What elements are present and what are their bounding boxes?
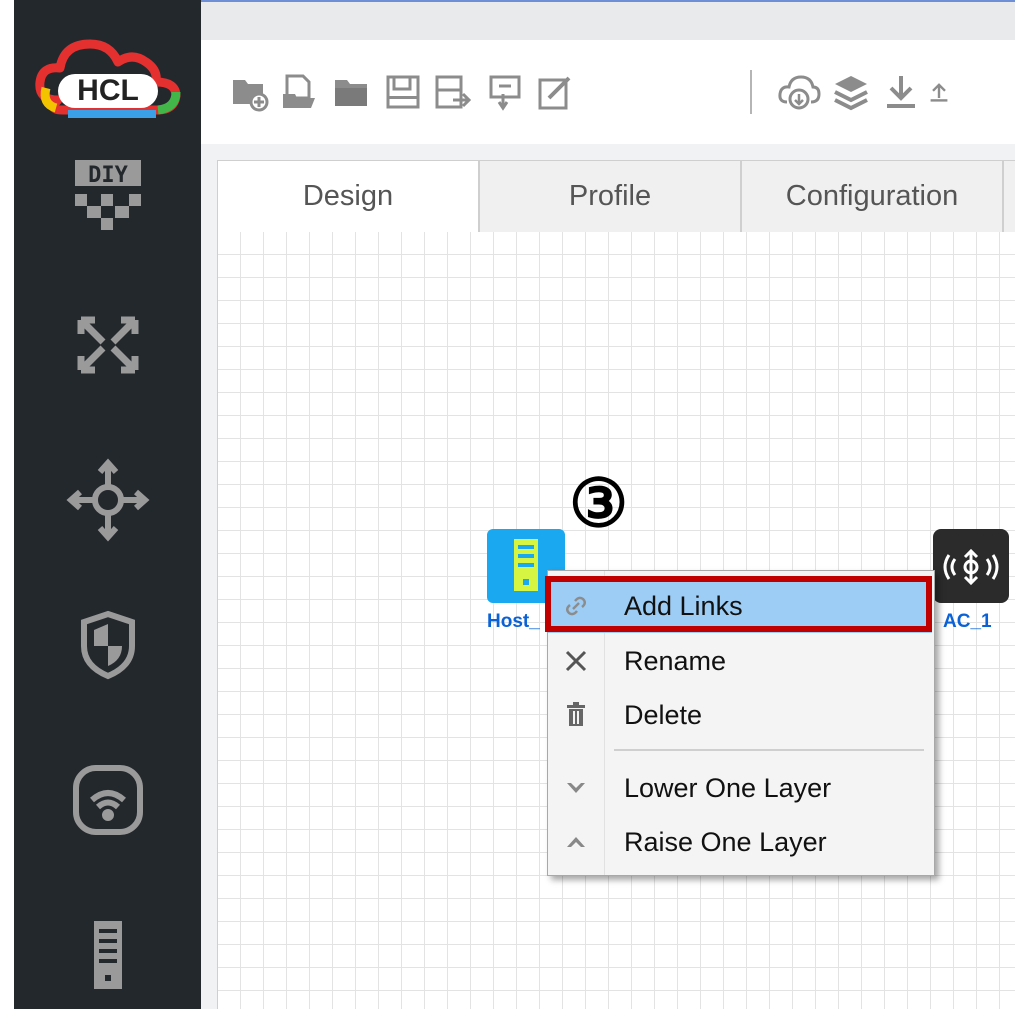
menu-item-label: Rename: [624, 645, 727, 676]
upload-icon[interactable]: [927, 68, 951, 116]
chevron-down-icon: [548, 779, 604, 797]
tab-bar: Design Profile Configuration: [217, 160, 1015, 232]
cloud-download-icon[interactable]: [775, 68, 823, 116]
host-label: Host_: [487, 611, 540, 632]
menu-item-label: Delete: [624, 699, 703, 730]
toolbar-separator: [750, 70, 752, 114]
ac-icon: [943, 548, 999, 586]
ac-label: AC_1: [943, 611, 992, 632]
logo-text: HCL: [77, 74, 139, 107]
toolbar: [201, 40, 1015, 145]
trash-icon: [548, 702, 604, 728]
svg-text:DIY: DIY: [88, 163, 128, 188]
tab-profile[interactable]: Profile: [479, 160, 741, 232]
ac-device[interactable]: [933, 529, 1009, 603]
highlight-annotation-frame: [545, 576, 932, 632]
title-bar: [201, 0, 1015, 40]
menu-item-delete[interactable]: Delete: [548, 688, 932, 742]
menu-item-lower-one-layer[interactable]: Lower One Layer: [548, 761, 932, 815]
menu-separator: [614, 749, 924, 751]
tab-next-partial[interactable]: [1003, 160, 1015, 232]
hcl-logo: HCL: [14, 30, 201, 130]
menu-item-raise-one-layer[interactable]: Raise One Layer: [548, 815, 932, 869]
new-project-icon[interactable]: [225, 68, 273, 116]
firewall-shield-icon[interactable]: [14, 600, 201, 690]
chevron-up-icon: [548, 833, 604, 851]
diy-icon[interactable]: DIY: [14, 155, 201, 255]
open-file-icon[interactable]: [275, 68, 323, 116]
menu-item-label: Raise One Layer: [624, 826, 827, 857]
host-terminal-icon[interactable]: [14, 905, 201, 1005]
download-icon[interactable]: [877, 68, 925, 116]
save-icon[interactable]: [379, 68, 427, 116]
tab-design[interactable]: Design: [217, 160, 479, 232]
rename-icon: [548, 648, 604, 674]
window-left-edge: [0, 0, 14, 1009]
wireless-icon[interactable]: [14, 750, 201, 850]
layers-icon[interactable]: [827, 68, 875, 116]
edit-icon[interactable]: [531, 68, 579, 116]
router-icon[interactable]: [14, 450, 201, 550]
export-icon[interactable]: [481, 68, 529, 116]
menu-item-label: Lower One Layer: [624, 772, 832, 803]
sidebar: HCL DIY: [14, 0, 201, 1009]
step-annotation: ③: [569, 466, 629, 540]
tab-configuration[interactable]: Configuration: [741, 160, 1003, 232]
switch-icon[interactable]: [14, 300, 201, 390]
open-folder-icon[interactable]: [327, 68, 375, 116]
menu-item-rename[interactable]: Rename: [548, 634, 932, 688]
save-as-icon[interactable]: [429, 68, 477, 116]
